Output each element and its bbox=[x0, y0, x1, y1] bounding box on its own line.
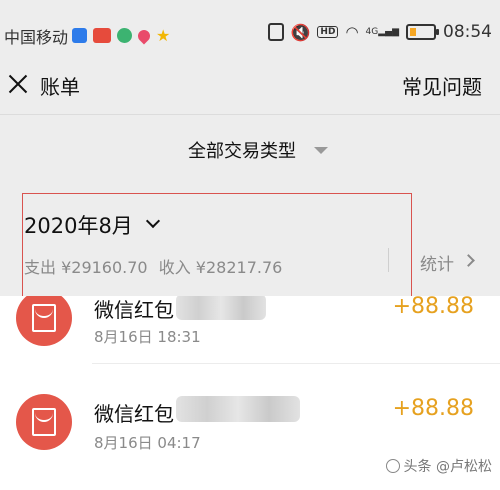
transaction-title: 微信红包 bbox=[94, 298, 174, 322]
status-system-icons: 🔇 HD ◠ 4G▂▄▆ 08:54 bbox=[267, 22, 492, 42]
watermark-text: 头条 @卢松松 bbox=[403, 459, 492, 475]
clock: 08:54 bbox=[443, 22, 492, 42]
red-packet-avatar bbox=[16, 296, 72, 346]
transaction-amount: +88.88 bbox=[392, 396, 474, 421]
red-envelope-icon bbox=[32, 304, 56, 332]
highlight-box bbox=[22, 193, 412, 299]
app-notification-icon bbox=[117, 28, 132, 43]
caret-down-icon[interactable] bbox=[314, 147, 328, 154]
page-title: 账单 bbox=[40, 75, 80, 99]
row-divider bbox=[92, 363, 500, 364]
close-icon[interactable] bbox=[8, 74, 28, 94]
blurred-name bbox=[176, 396, 300, 422]
watermark-logo-icon bbox=[385, 459, 400, 473]
star-icon: ★ bbox=[156, 26, 171, 45]
red-envelope-icon bbox=[32, 408, 56, 436]
transaction-title: 微信红包 bbox=[94, 402, 174, 426]
mute-icon: 🔇 bbox=[290, 22, 311, 42]
status-app-icons: ★ bbox=[72, 26, 170, 45]
blurred-name bbox=[176, 296, 266, 320]
hd-icon: HD bbox=[317, 26, 339, 38]
wifi-icon: ◠ bbox=[345, 23, 359, 41]
app-notification-icon bbox=[93, 28, 111, 43]
watermark: 头条 @卢松松 bbox=[385, 456, 492, 476]
transaction-row[interactable]: 微信红包 8月16日 18:31 +88.88 bbox=[0, 296, 500, 364]
status-bar: 中国移动 ★ 🔇 HD ◠ 4G▂▄▆ 08:54 bbox=[0, 0, 500, 56]
app-notification-icon bbox=[72, 28, 87, 43]
signal-icon: 4G▂▄▆ bbox=[365, 27, 399, 37]
battery-icon bbox=[406, 24, 439, 40]
transaction-list: 微信红包 8月16日 18:31 +88.88 微信红包 8月16日 04:17… bbox=[0, 296, 500, 490]
transaction-amount: +88.88 bbox=[392, 296, 474, 319]
transaction-date: 8月16日 04:17 bbox=[94, 434, 201, 452]
red-packet-avatar bbox=[16, 394, 72, 450]
transaction-row[interactable]: 微信红包 8月16日 04:17 +88.88 bbox=[0, 370, 500, 460]
location-pin-icon bbox=[135, 27, 153, 44]
transaction-date: 8月16日 18:31 bbox=[94, 328, 201, 346]
network-type-label: 4G bbox=[365, 27, 379, 37]
nfc-icon bbox=[267, 23, 284, 41]
transaction-type-filter[interactable]: 全部交易类型 bbox=[188, 137, 296, 163]
carrier-label: 中国移动 bbox=[4, 28, 69, 47]
faq-link[interactable]: 常见问题 bbox=[402, 71, 482, 100]
stats-link[interactable]: 统计 bbox=[420, 250, 454, 275]
